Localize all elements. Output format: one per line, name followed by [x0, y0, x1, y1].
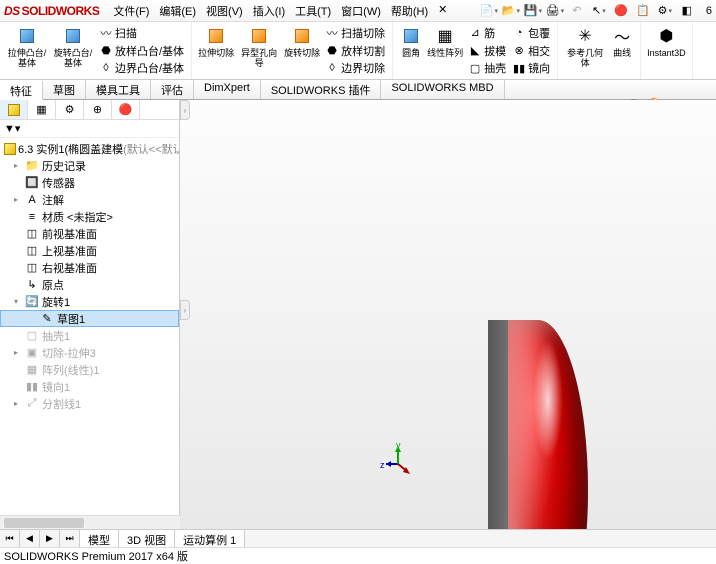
fm-tabs: ▦ ⚙ ⊕ 🔴	[0, 100, 179, 120]
tab-sw-mbd[interactable]: SOLIDWORKS MBD	[381, 80, 504, 99]
fm-tab-display-icon[interactable]: 🔴	[112, 100, 140, 119]
extrude-boss-button[interactable]: 拉伸凸台/基体	[4, 24, 50, 77]
status-text: SOLIDWORKS Premium 2017 x64 版	[4, 551, 188, 563]
settings-icon[interactable]: ⚙▾	[656, 2, 674, 20]
quick-access-toolbar: 📄▾ 📂▾ 💾▾ 🖨▾ ↶ ↖▾ 🔴 📋 ⚙▾ ◧ 6	[480, 2, 712, 20]
select-icon[interactable]: ↖▾	[590, 2, 608, 20]
ribbon-tabs: 特征 草图 模具工具 评估 DimXpert SOLIDWORKS 插件 SOL…	[0, 80, 716, 100]
menu-window[interactable]: 窗口(W)	[337, 1, 385, 21]
tree-front-plane[interactable]: ◫前视基准面	[0, 225, 179, 242]
fm-filter-icon[interactable]: ▼▾	[0, 120, 179, 138]
fm-tab-tree-icon[interactable]	[0, 100, 28, 119]
sweep-button[interactable]: 〰扫描	[96, 24, 187, 42]
tab-features[interactable]: 特征	[0, 81, 43, 100]
menubar: 文件(F) 编辑(E) 视图(V) 插入(I) 工具(T) 窗口(W) 帮助(H…	[109, 1, 451, 21]
ribbon: 拉伸凸台/基体 旋转凸台/基体 〰扫描 ⬣放样凸台/基体 ◊边界凸台/基体 拉伸…	[0, 22, 716, 80]
tree-lpattern1[interactable]: ▦阵列(线性)1	[0, 361, 179, 378]
3d-viewport[interactable]: z y	[180, 100, 716, 540]
tree-revolve1[interactable]: ▾🔄旋转1	[0, 293, 179, 310]
tab-sw-addins[interactable]: SOLIDWORKS 插件	[261, 80, 382, 99]
tree-scrollbar-h[interactable]	[0, 515, 180, 529]
menu-tools[interactable]: 工具(T)	[291, 1, 335, 21]
fm-tab-dimxpert-icon[interactable]: ⊕	[84, 100, 112, 119]
app-logo: DS SOLIDWORKS	[4, 4, 99, 18]
shell-button[interactable]: ▢抽壳	[465, 59, 509, 77]
tree-root[interactable]: 6.3 实例1(椭圆盖建模(默认<<默认>_显	[0, 140, 179, 157]
sweep-cut-button[interactable]: 〰扫描切除	[322, 24, 388, 42]
tree-cut-extrude3[interactable]: ▸▣切除-拉伸3	[0, 344, 179, 361]
menu-insert[interactable]: 插入(I)	[249, 1, 289, 21]
workspace: ▦ ⚙ ⊕ 🔴 ▼▾ 6.3 实例1(椭圆盖建模(默认<<默认>_显 ▸📁历史记…	[0, 100, 716, 540]
ref-geom-button[interactable]: ✳参考几何体	[562, 24, 608, 77]
titlebar: DS SOLIDWORKS 文件(F) 编辑(E) 视图(V) 插入(I) 工具…	[0, 0, 716, 22]
appearance-icon[interactable]: ◧	[678, 2, 696, 20]
statusbar: SOLIDWORKS Premium 2017 x64 版	[0, 547, 716, 561]
rib-button[interactable]: ⊿筋	[465, 24, 509, 42]
btab-3dview[interactable]: 3D 视图	[119, 530, 175, 547]
tree-history[interactable]: ▸📁历史记录	[0, 157, 179, 174]
tree-annotations[interactable]: ▸A注解	[0, 191, 179, 208]
tree-shell1[interactable]: ▢抽壳1	[0, 327, 179, 344]
orientation-triad[interactable]: z y	[380, 440, 420, 480]
tree-sketch1[interactable]: ✎草图1	[0, 310, 179, 327]
tree-split1[interactable]: ▸⤢分割线1	[0, 395, 179, 412]
feature-tree: 6.3 实例1(椭圆盖建模(默认<<默认>_显 ▸📁历史记录 🔲传感器 ▸A注解…	[0, 138, 179, 540]
intersect-button[interactable]: ⊗相交	[509, 42, 553, 60]
menu-edit[interactable]: 编辑(E)	[155, 1, 200, 21]
panel-collapse-handle-2[interactable]: ›	[180, 300, 190, 320]
menu-help[interactable]: 帮助(H)	[387, 1, 432, 21]
draft-button[interactable]: ◣拔模	[465, 42, 509, 60]
motion-tabs: ⏮ ◀ ▶ ⏭ 模型 3D 视图 运动算例 1	[0, 529, 716, 547]
fillet-button[interactable]: 圆角	[397, 24, 425, 77]
tab-mold[interactable]: 模具工具	[86, 80, 151, 99]
undo-icon[interactable]: ↶	[568, 2, 586, 20]
hole-wizard-button[interactable]: 异型孔向导	[236, 24, 282, 77]
curves-button[interactable]: 〜曲线	[608, 24, 636, 77]
print-icon[interactable]: 🖨▾	[546, 2, 564, 20]
qat-number: 6	[706, 5, 712, 17]
btab-next-icon[interactable]: ▶	[40, 530, 60, 547]
boundary-cut-button[interactable]: ◊边界切除	[322, 59, 388, 77]
linear-pattern-button[interactable]: ▦线性阵列	[425, 24, 465, 77]
tab-dimxpert[interactable]: DimXpert	[194, 80, 261, 99]
loft-boss-button[interactable]: ⬣放样凸台/基体	[96, 42, 187, 60]
tree-origin[interactable]: ↳原点	[0, 276, 179, 293]
menu-file[interactable]: 文件(F)	[109, 1, 153, 21]
tree-material[interactable]: ≡材质 <未指定>	[0, 208, 179, 225]
btab-first-icon[interactable]: ⏮	[0, 530, 20, 547]
btab-last-icon[interactable]: ⏭	[60, 530, 80, 547]
rebuild-icon[interactable]: 🔴	[612, 2, 630, 20]
extrude-cut-button[interactable]: 拉伸切除	[196, 24, 236, 77]
btab-prev-icon[interactable]: ◀	[20, 530, 40, 547]
tab-evaluate[interactable]: 评估	[151, 80, 194, 99]
fm-tab-property-icon[interactable]: ▦	[28, 100, 56, 119]
btab-model[interactable]: 模型	[80, 530, 119, 547]
open-icon[interactable]: 📂▾	[502, 2, 520, 20]
tab-sketch[interactable]: 草图	[43, 80, 86, 99]
save-icon[interactable]: 💾▾	[524, 2, 542, 20]
new-icon[interactable]: 📄▾	[480, 2, 498, 20]
tree-top-plane[interactable]: ◫上视基准面	[0, 242, 179, 259]
tree-mirror1[interactable]: ▮▮镜向1	[0, 378, 179, 395]
panel-collapse-handle[interactable]: ›	[180, 100, 190, 120]
feature-manager-panel: ▦ ⚙ ⊕ 🔴 ▼▾ 6.3 实例1(椭圆盖建模(默认<<默认>_显 ▸📁历史记…	[0, 100, 180, 540]
menu-view[interactable]: 视图(V)	[202, 1, 247, 21]
btab-motion1[interactable]: 运动算例 1	[175, 530, 245, 547]
mirror-button[interactable]: ▮▮镜向	[509, 59, 553, 77]
instant3d-button[interactable]: ⬢Instant3D	[645, 24, 688, 77]
fm-tab-config-icon[interactable]: ⚙	[56, 100, 84, 119]
menu-search-icon[interactable]: ✕	[434, 1, 451, 21]
revolve-cut-button[interactable]: 旋转切除	[282, 24, 322, 77]
tree-sensors[interactable]: 🔲传感器	[0, 174, 179, 191]
tree-right-plane[interactable]: ◫右视基准面	[0, 259, 179, 276]
boundary-boss-button[interactable]: ◊边界凸台/基体	[96, 59, 187, 77]
options-icon[interactable]: 📋	[634, 2, 652, 20]
loft-cut-button[interactable]: ⬣放样切割	[322, 42, 388, 60]
wrap-button[interactable]: ◔包覆	[509, 24, 553, 42]
revolve-boss-button[interactable]: 旋转凸台/基体	[50, 24, 96, 77]
